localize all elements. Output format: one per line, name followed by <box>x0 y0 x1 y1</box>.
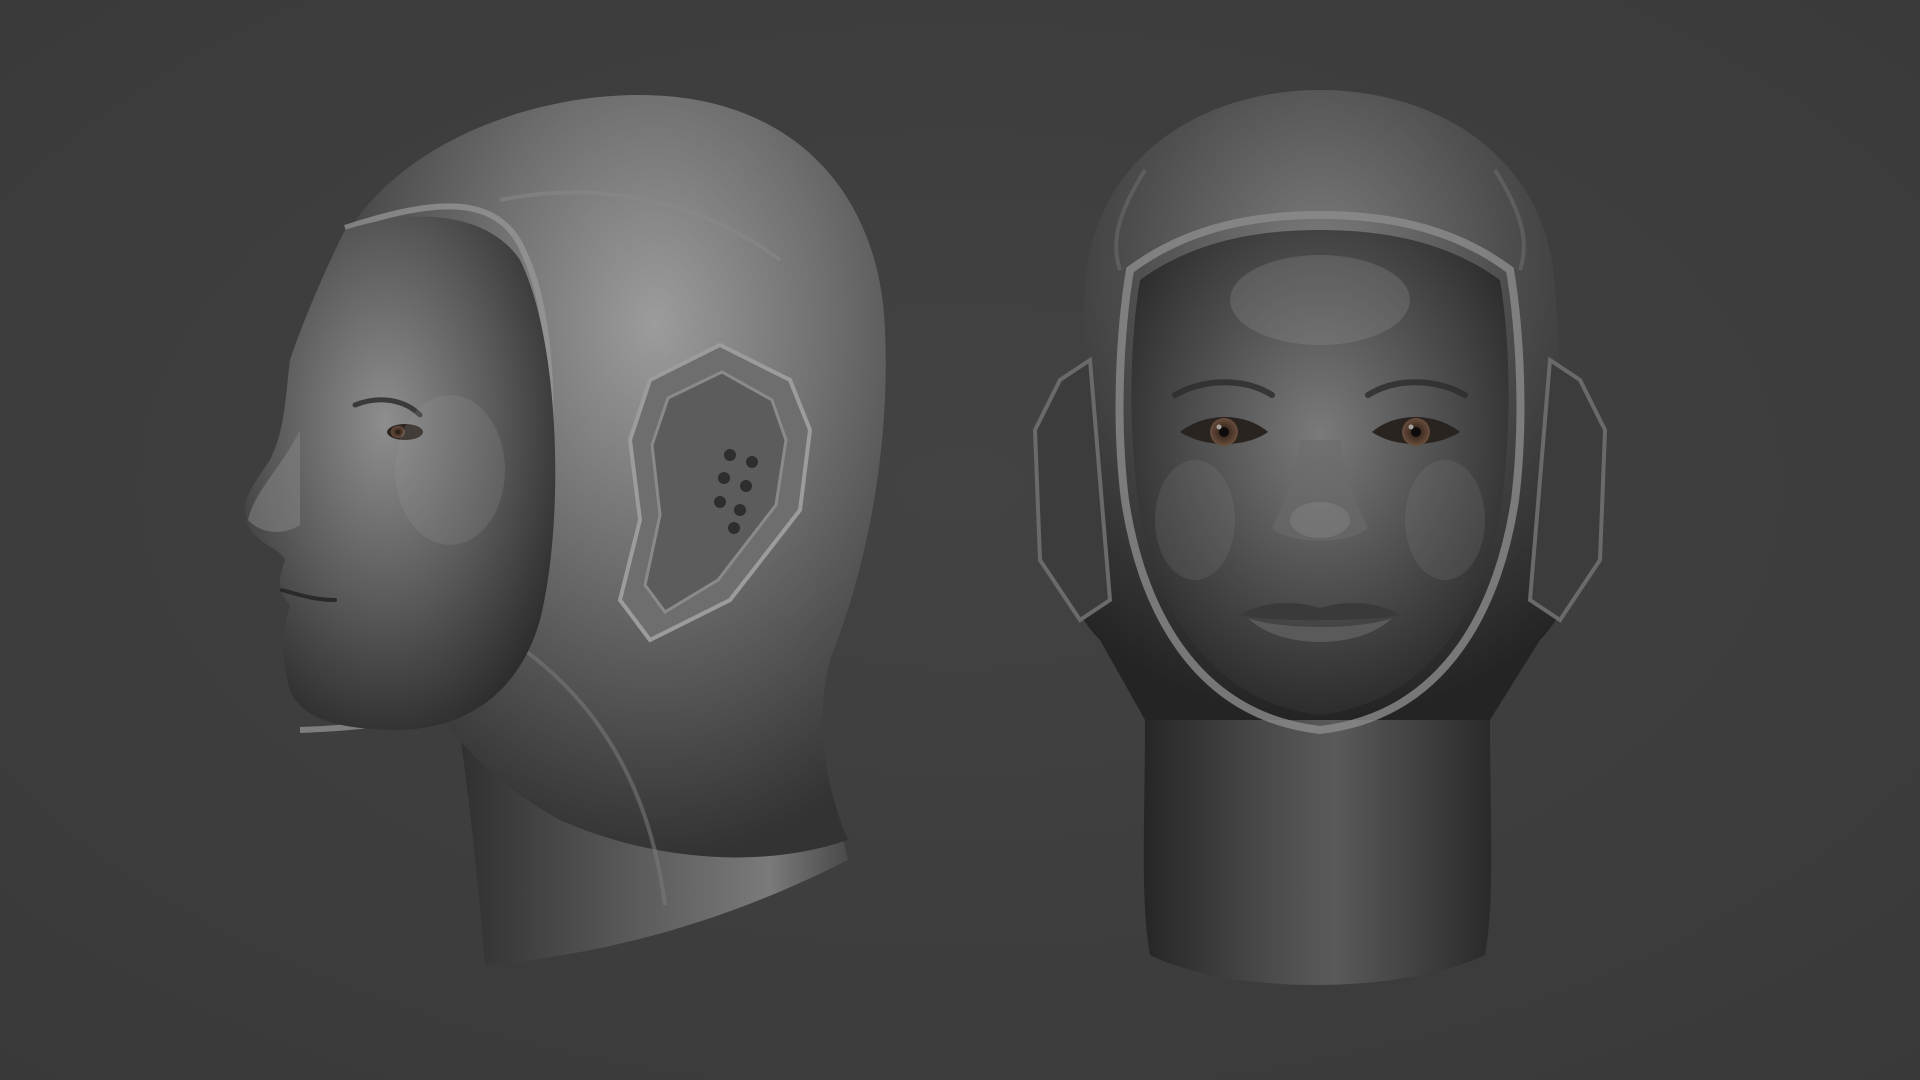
front-forehead-highlight <box>1230 255 1410 345</box>
front-left-cheek <box>1155 460 1235 580</box>
side-cheek-highlight <box>395 395 505 545</box>
front-neck <box>1143 720 1492 985</box>
front-right-cheek <box>1405 460 1485 580</box>
front-nose-tip <box>1290 502 1350 538</box>
sculpt-viewport <box>0 0 1920 1080</box>
